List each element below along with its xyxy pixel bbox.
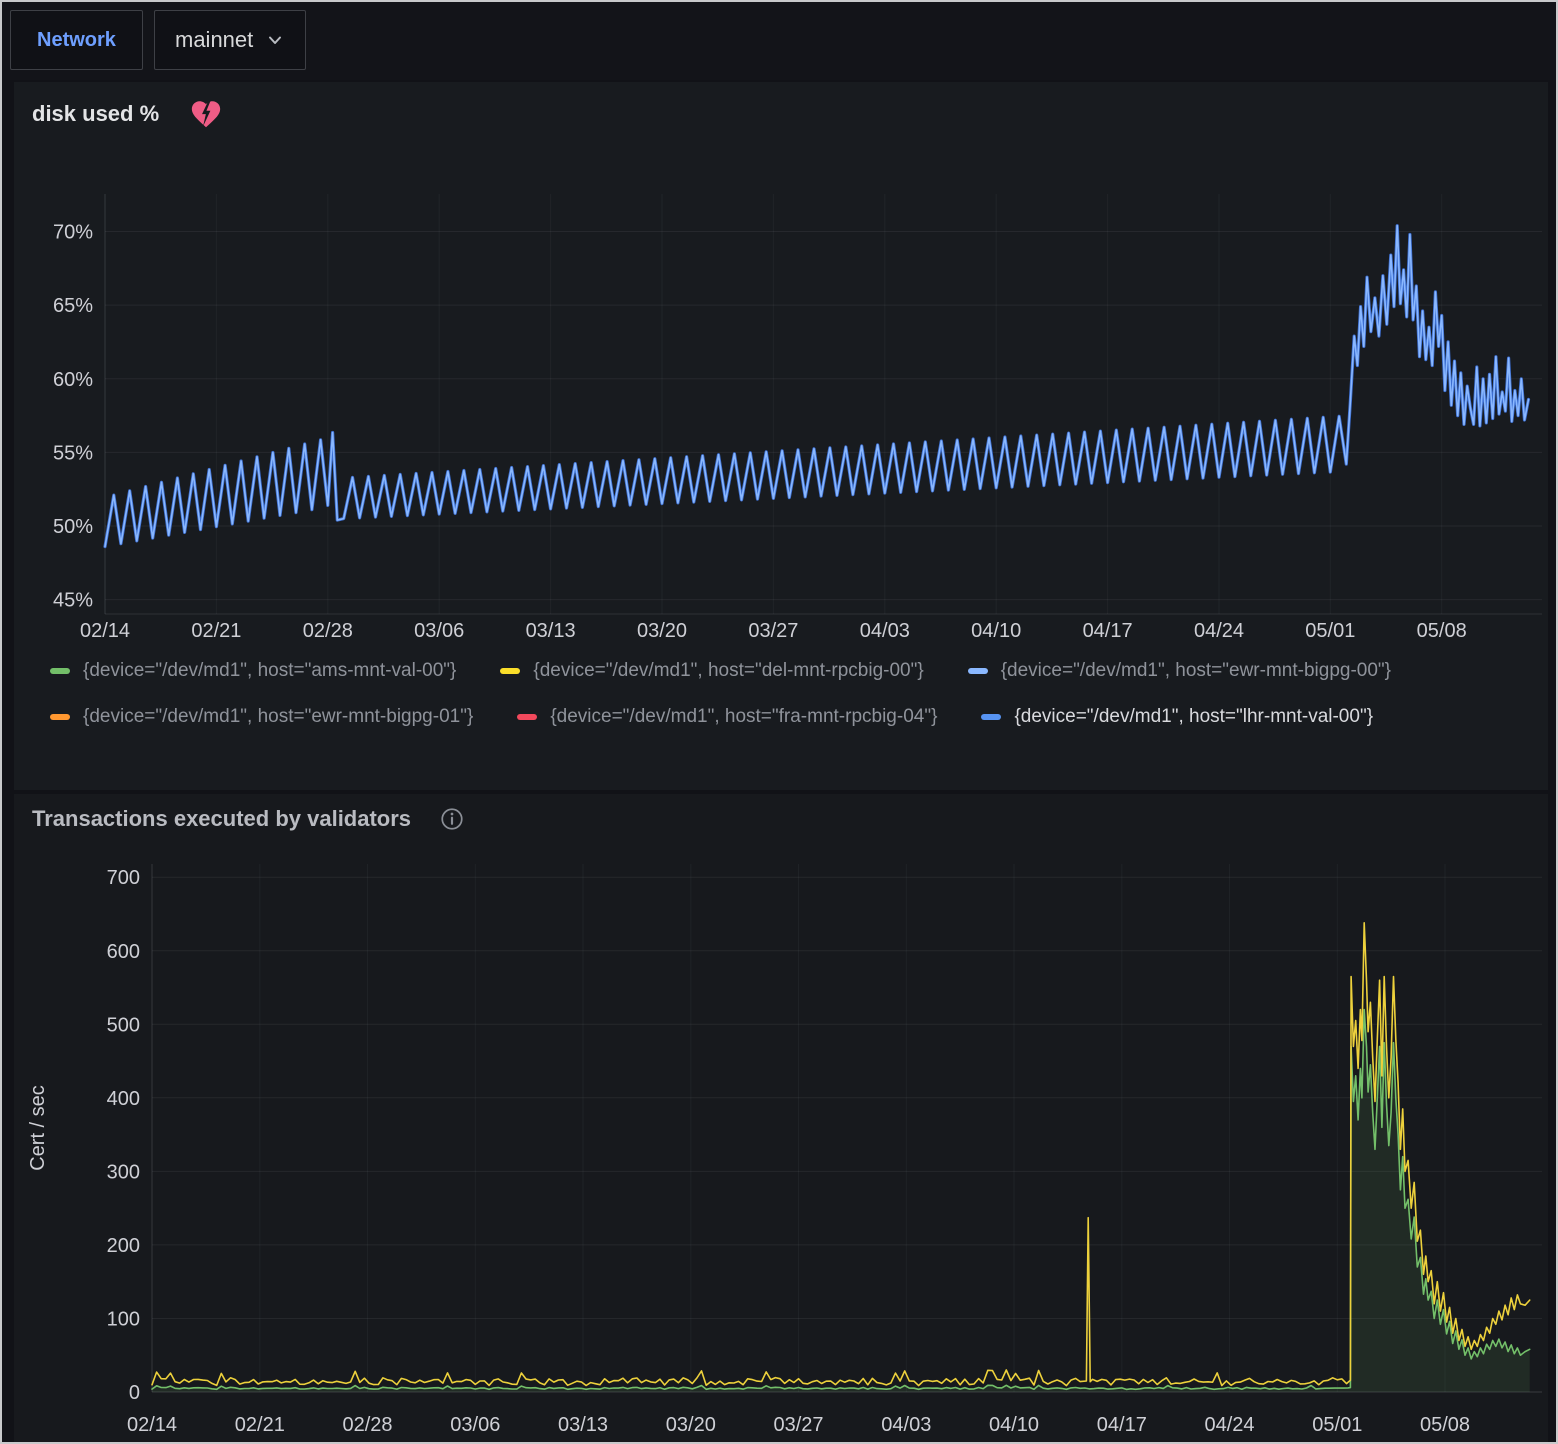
series-color-chip — [517, 714, 537, 720]
svg-text:04/10: 04/10 — [971, 620, 1021, 642]
legend-label: {device="/dev/md1", host="ams-mnt-val-00… — [83, 660, 456, 682]
svg-text:03/06: 03/06 — [450, 1414, 500, 1436]
svg-text:65%: 65% — [53, 295, 93, 317]
panel-disk-used-header: disk used % — [32, 96, 223, 132]
svg-text:04/24: 04/24 — [1204, 1414, 1254, 1436]
svg-text:05/01: 05/01 — [1312, 1414, 1362, 1436]
series-color-chip — [968, 668, 988, 674]
disk-used-chart[interactable]: 02/14 02/21 02/28 03/06 03/13 03/20 03/27 04/03… — [14, 172, 1548, 642]
svg-text:02/21: 02/21 — [235, 1414, 285, 1436]
svg-text:04/03: 04/03 — [860, 620, 910, 642]
grafana-dashboard: Network mainnet disk used % 02/1402/2102… — [0, 0, 1558, 1444]
legend-item-ewr-mnt-bigpg-00[interactable]: {device="/dev/md1", host="ewr-mnt-bigpg-… — [968, 652, 1391, 690]
variable-label-network: Network — [10, 10, 143, 70]
svg-text:03/13: 03/13 — [526, 620, 576, 642]
svg-text:05/08: 05/08 — [1420, 1414, 1470, 1436]
panel-disk-used: disk used % 02/14 02/21 02/28 03/06 03/13 03/… — [14, 82, 1548, 790]
svg-text:0: 0 — [129, 1382, 140, 1404]
disk-used-legend: {device="/dev/md1", host="ams-mnt-val-00… — [50, 652, 1532, 736]
svg-text:03/20: 03/20 — [637, 620, 687, 642]
legend-item-fra-mnt-rpcbig-04[interactable]: {device="/dev/md1", host="fra-mnt-rpcbig… — [517, 698, 937, 736]
svg-text:200: 200 — [107, 1235, 140, 1257]
svg-text:02/28: 02/28 — [303, 620, 353, 642]
variable-label-text: Network — [37, 29, 116, 52]
svg-text:700: 700 — [107, 867, 140, 889]
legend-label: {device="/dev/md1", host="fra-mnt-rpcbig… — [550, 706, 937, 728]
variable-bar: Network mainnet — [2, 2, 1556, 80]
panel-title-disk-used[interactable]: disk used % — [32, 101, 159, 127]
legend-item-del-mnt-rpcbig-00[interactable]: {device="/dev/md1", host="del-mnt-rpcbig… — [500, 652, 923, 690]
chevron-down-icon — [265, 30, 285, 50]
svg-text:04/24: 04/24 — [1194, 620, 1244, 642]
svg-text:03/27: 03/27 — [773, 1414, 823, 1436]
network-select-value: mainnet — [175, 27, 253, 53]
svg-text:300: 300 — [107, 1161, 140, 1183]
svg-text:03/06: 03/06 — [414, 620, 464, 642]
legend-item-ewr-mnt-bigpg-01[interactable]: {device="/dev/md1", host="ewr-mnt-bigpg-… — [50, 698, 473, 736]
svg-text:02/21: 02/21 — [191, 620, 241, 642]
legend-label: {device="/dev/md1", host="lhr-mnt-val-00… — [1014, 706, 1373, 728]
legend-label: {device="/dev/md1", host="ewr-mnt-bigpg-… — [1001, 660, 1391, 682]
svg-text:70%: 70% — [53, 222, 93, 244]
legend-label: {device="/dev/md1", host="ewr-mnt-bigpg-… — [83, 706, 473, 728]
svg-text:05/08: 05/08 — [1417, 620, 1467, 642]
series-color-chip — [981, 714, 1001, 720]
svg-text:03/13: 03/13 — [558, 1414, 608, 1436]
legend-label: {device="/dev/md1", host="del-mnt-rpcbig… — [533, 660, 923, 682]
series-color-chip — [50, 668, 70, 674]
legend-item-ams-mnt-val-00[interactable]: {device="/dev/md1", host="ams-mnt-val-00… — [50, 652, 456, 690]
svg-text:04/17: 04/17 — [1083, 620, 1133, 642]
panel-transactions-header: Transactions executed by validators — [32, 802, 465, 836]
svg-text:02/28: 02/28 — [342, 1414, 392, 1436]
series-color-chip — [500, 668, 520, 674]
panel-transactions: Transactions executed by validators 02/1… — [14, 794, 1548, 1444]
heart-break-icon — [189, 97, 223, 131]
svg-text:Cert / sec: Cert / sec — [27, 1085, 49, 1171]
svg-text:600: 600 — [107, 941, 140, 963]
svg-text:05/01: 05/01 — [1305, 620, 1355, 642]
network-select[interactable]: mainnet — [154, 10, 306, 70]
svg-text:400: 400 — [107, 1088, 140, 1110]
svg-text:03/27: 03/27 — [748, 620, 798, 642]
svg-text:60%: 60% — [53, 369, 93, 391]
transactions-chart[interactable]: 02/14 02/21 02/28 03/06 03/13 03/20 03/27 04/03… — [14, 852, 1548, 1444]
svg-text:45%: 45% — [53, 590, 93, 612]
svg-text:03/20: 03/20 — [666, 1414, 716, 1436]
svg-text:55%: 55% — [53, 442, 93, 464]
svg-text:50%: 50% — [53, 516, 93, 538]
svg-text:04/17: 04/17 — [1097, 1414, 1147, 1436]
svg-text:02/14: 02/14 — [127, 1414, 177, 1436]
panel-title-transactions[interactable]: Transactions executed by validators — [32, 806, 411, 832]
svg-text:04/03: 04/03 — [881, 1414, 931, 1436]
svg-text:500: 500 — [107, 1014, 140, 1036]
legend-item-lhr-mnt-val-00[interactable]: {device="/dev/md1", host="lhr-mnt-val-00… — [981, 698, 1373, 736]
svg-text:100: 100 — [107, 1309, 140, 1331]
svg-text:04/10: 04/10 — [989, 1414, 1039, 1436]
series-color-chip — [50, 714, 70, 720]
svg-text:02/14: 02/14 — [80, 620, 130, 642]
info-circle-icon[interactable] — [439, 806, 465, 832]
